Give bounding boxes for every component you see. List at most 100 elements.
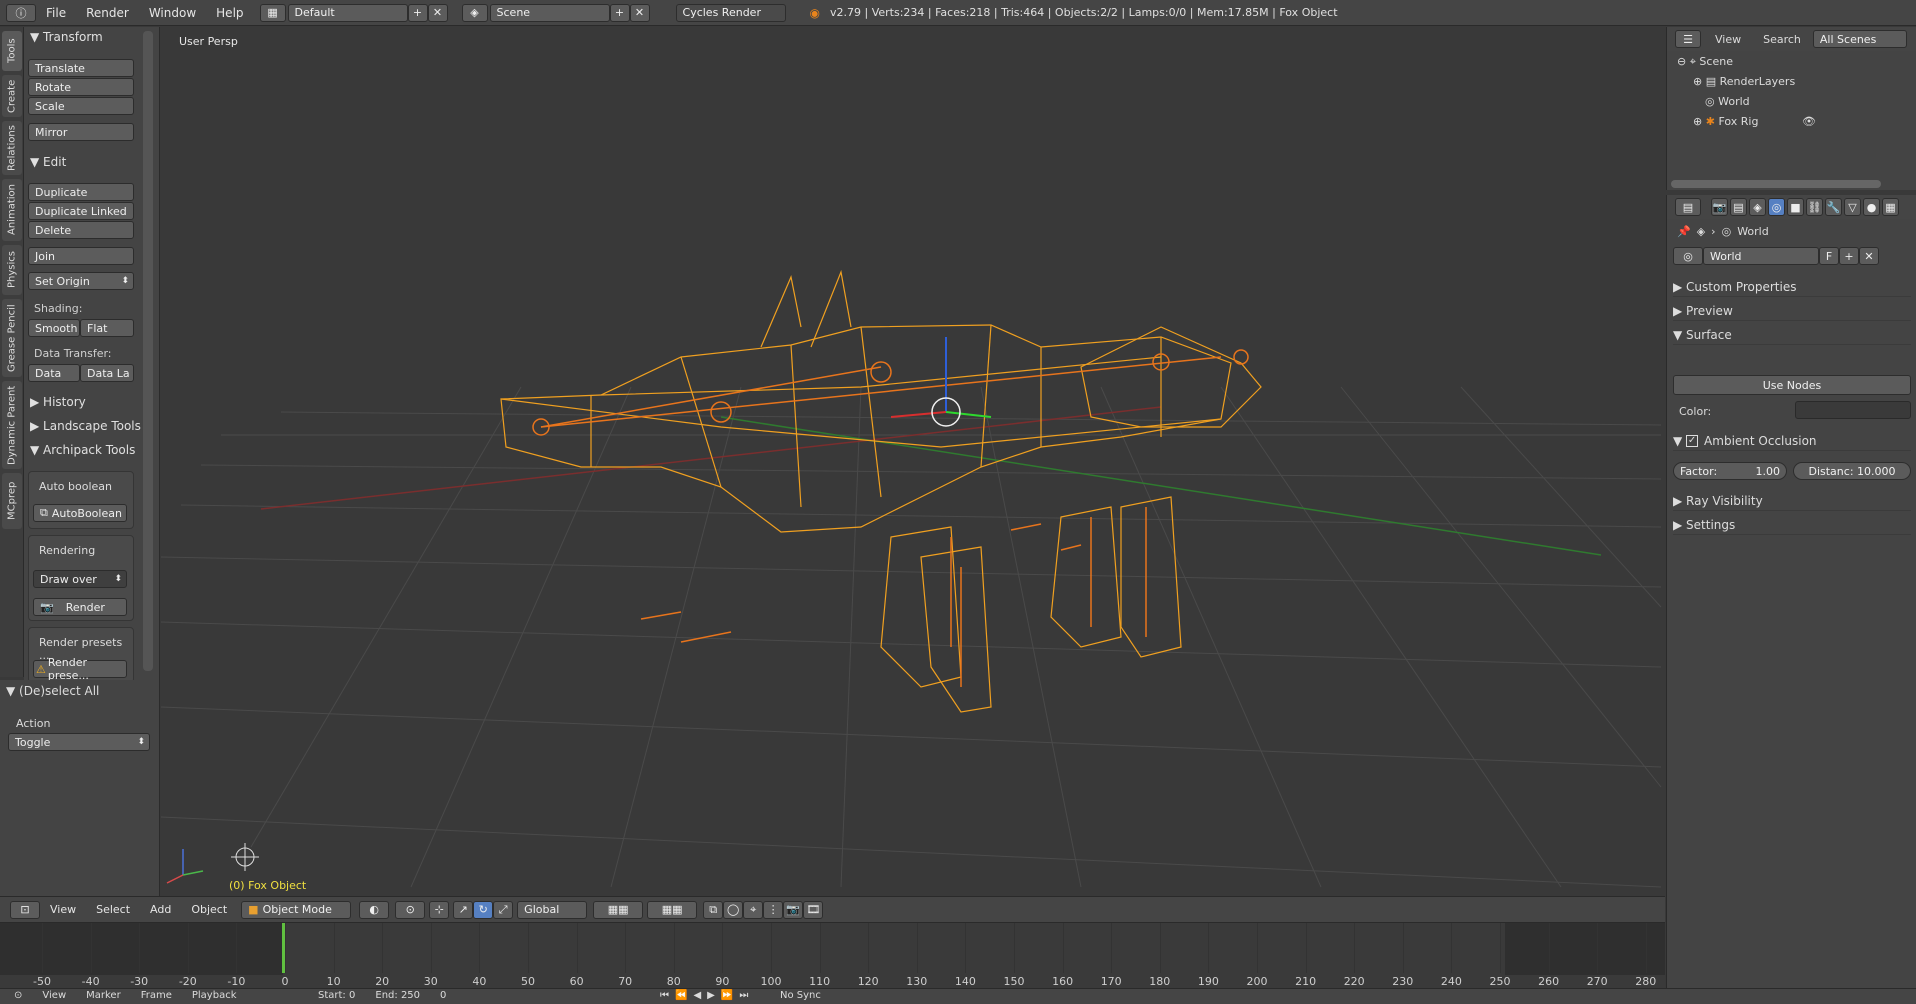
menu-help[interactable]: Help — [206, 6, 253, 20]
add-layout-icon[interactable]: + — [407, 3, 428, 22]
data-layout-button[interactable]: Data La — [80, 364, 134, 382]
timeline-marker-menu[interactable]: Marker — [86, 990, 121, 1001]
next-key-icon[interactable]: ⏩ — [721, 990, 733, 1001]
tab-create[interactable]: Create — [2, 75, 22, 117]
render-tab-icon[interactable]: 📷 — [1711, 198, 1728, 216]
duplicate-button[interactable]: Duplicate — [28, 183, 134, 201]
orientation-dropdown[interactable]: Global — [517, 900, 588, 919]
info-editor-icon[interactable]: ⓘ — [6, 3, 36, 22]
select-menu[interactable]: Select — [86, 903, 140, 916]
translate-manipulator-icon[interactable]: ↗ — [453, 900, 474, 919]
data-button[interactable]: Data — [28, 364, 80, 382]
scale-manipulator-icon[interactable]: ⤢ — [493, 900, 514, 919]
sync-dropdown[interactable]: No Sync — [780, 990, 821, 1001]
x-gizmo-axis[interactable] — [890, 411, 947, 418]
jump-start-icon[interactable]: ⏮ — [660, 990, 669, 1001]
view-menu[interactable]: View — [40, 903, 86, 916]
opengl-anim-icon[interactable]: 🎞 — [803, 900, 824, 919]
texture-tab-icon[interactable]: ▦ — [1882, 198, 1899, 216]
delete-button[interactable]: Delete — [28, 221, 134, 239]
pivot-point-icon[interactable]: ⊙ — [395, 900, 426, 919]
timeline-frame-menu[interactable]: Frame — [141, 990, 172, 1001]
current-frame-field[interactable]: 0 — [440, 990, 446, 1001]
tab-physics[interactable]: Physics — [2, 245, 22, 295]
duplicate-linked-button[interactable]: Duplicate Linked — [28, 202, 134, 220]
end-frame-field[interactable]: End: 250 — [375, 990, 420, 1001]
timeline-playback-menu[interactable]: Playback — [192, 990, 237, 1001]
smooth-button[interactable]: Smooth — [28, 319, 80, 337]
ray-visibility-header[interactable]: ▶ Ray Visibility — [1673, 491, 1911, 511]
deselect-all-header[interactable]: ▼ (De)select All — [6, 684, 99, 698]
use-nodes-button[interactable]: Use Nodes — [1673, 375, 1911, 395]
color-swatch[interactable] — [1795, 401, 1911, 419]
flat-button[interactable]: Flat — [80, 319, 134, 337]
rotate-manipulator-icon[interactable]: ↻ — [473, 900, 494, 919]
play-icon[interactable]: ▶ — [707, 990, 715, 1001]
timeline-editor-icon[interactable]: ⊙ — [14, 990, 22, 1001]
add-scene-icon[interactable]: + — [609, 3, 630, 22]
material-tab-icon[interactable]: ● — [1863, 198, 1880, 216]
add-world-icon[interactable]: + — [1839, 247, 1859, 265]
tab-grease-pencil[interactable]: Grease Pencil — [2, 299, 22, 377]
auto-boolean-button[interactable]: ⧉ AutoBoolean — [33, 504, 127, 522]
world-tab-icon[interactable]: ◎ — [1768, 198, 1785, 216]
world-browse-icon[interactable]: ◎ — [1673, 247, 1703, 265]
render-presets-button[interactable]: ⚠ Render prese... — [33, 656, 127, 682]
archipack-panel-header[interactable]: ▼ Archipack Tools — [30, 443, 135, 457]
object-menu[interactable]: Object — [181, 903, 237, 916]
preview-header[interactable]: ▶ Preview — [1673, 301, 1911, 321]
3d-view-editor-icon[interactable]: ⊡ — [10, 900, 40, 919]
unlink-world-icon[interactable]: ✕ — [1859, 247, 1879, 265]
object-tab-icon[interactable]: ■ — [1787, 198, 1804, 216]
modifiers-tab-icon[interactable]: 🔧 — [1825, 198, 1842, 216]
3d-viewport[interactable]: User Persp (0) Fox Object — [161, 27, 1665, 895]
landscape-panel-header[interactable]: ▶ Landscape Tools — [30, 419, 141, 433]
lock-layers-icon[interactable]: ⧉ — [703, 900, 724, 919]
play-reverse-icon[interactable]: ◀ — [693, 990, 701, 1001]
pin-icon[interactable]: 📌 — [1677, 225, 1691, 238]
layout-icon[interactable]: ▦ — [259, 3, 286, 22]
outliner-scrollbar[interactable] — [1671, 180, 1881, 188]
scene-field[interactable]: Scene — [489, 3, 610, 22]
layers-grid-a-icon[interactable]: ▦▦ — [593, 900, 644, 919]
action-dropdown[interactable]: Toggle ⬍ — [8, 733, 150, 751]
layers-tab-icon[interactable]: ▤ — [1730, 198, 1747, 216]
opengl-render-icon[interactable]: 📷 — [783, 900, 804, 919]
layout-field[interactable]: Default — [287, 3, 408, 22]
proportional-edit-icon[interactable]: ◯ — [723, 900, 744, 919]
mode-dropdown[interactable]: ■ Object Mode — [241, 900, 352, 919]
layers-grid-b-icon[interactable]: ▦▦ — [647, 900, 698, 919]
transform-panel-header[interactable]: ▼ Transform — [30, 30, 103, 44]
fake-user-button[interactable]: F — [1819, 247, 1839, 265]
tab-relations[interactable]: Relations — [2, 121, 22, 175]
tree-fox-rig[interactable]: ⊕ ✱ Fox Rig 👁 — [1693, 115, 1816, 128]
edit-panel-header[interactable]: ▼ Edit — [30, 155, 66, 169]
ao-checkbox[interactable]: ✓ — [1686, 434, 1699, 447]
outliner-search-menu[interactable]: Search — [1763, 33, 1801, 46]
add-menu[interactable]: Add — [140, 903, 181, 916]
tab-animation[interactable]: Animation — [2, 179, 22, 241]
tool-shelf-scrollbar[interactable] — [143, 31, 153, 671]
remove-layout-icon[interactable]: ✕ — [427, 3, 448, 22]
outliner-view-menu[interactable]: View — [1715, 33, 1741, 46]
translate-button[interactable]: Translate — [28, 59, 134, 77]
outliner-editor-icon[interactable]: ☰ — [1675, 30, 1701, 48]
tab-dynamic-parent[interactable]: Dynamic Parent — [2, 381, 22, 469]
properties-editor-icon[interactable]: ▤ — [1675, 198, 1701, 216]
distance-field[interactable]: Distanc: 10.000 — [1793, 462, 1911, 480]
snap-icon[interactable]: ⌖ — [743, 900, 764, 919]
scene-icon[interactable]: ◈ — [461, 3, 488, 22]
tree-scene[interactable]: ⊖ ⌖ Scene — [1677, 55, 1733, 69]
constraints-tab-icon[interactable]: ⛓ — [1806, 198, 1823, 216]
join-button[interactable]: Join — [28, 247, 134, 265]
draw-over-dropdown[interactable]: Draw over ⬍ — [33, 570, 127, 588]
jump-end-icon[interactable]: ⏭ — [739, 990, 748, 1001]
outliner-scope-dropdown[interactable]: All Scenes — [1812, 30, 1907, 48]
timeline[interactable]: -50 -40 -30 -20 -10 0 10 20 30 40 50 60 70 80 90 100 110… — [0, 922, 1665, 988]
tree-world[interactable]: ◎ World — [1705, 95, 1750, 108]
rotate-button[interactable]: Rotate — [28, 78, 134, 96]
render-button[interactable]: 📷 Render — [33, 598, 127, 616]
data-tab-icon[interactable]: ▽ — [1844, 198, 1861, 216]
viewport-shading-icon[interactable]: ◐ — [359, 900, 390, 919]
mirror-button[interactable]: Mirror — [28, 123, 134, 141]
